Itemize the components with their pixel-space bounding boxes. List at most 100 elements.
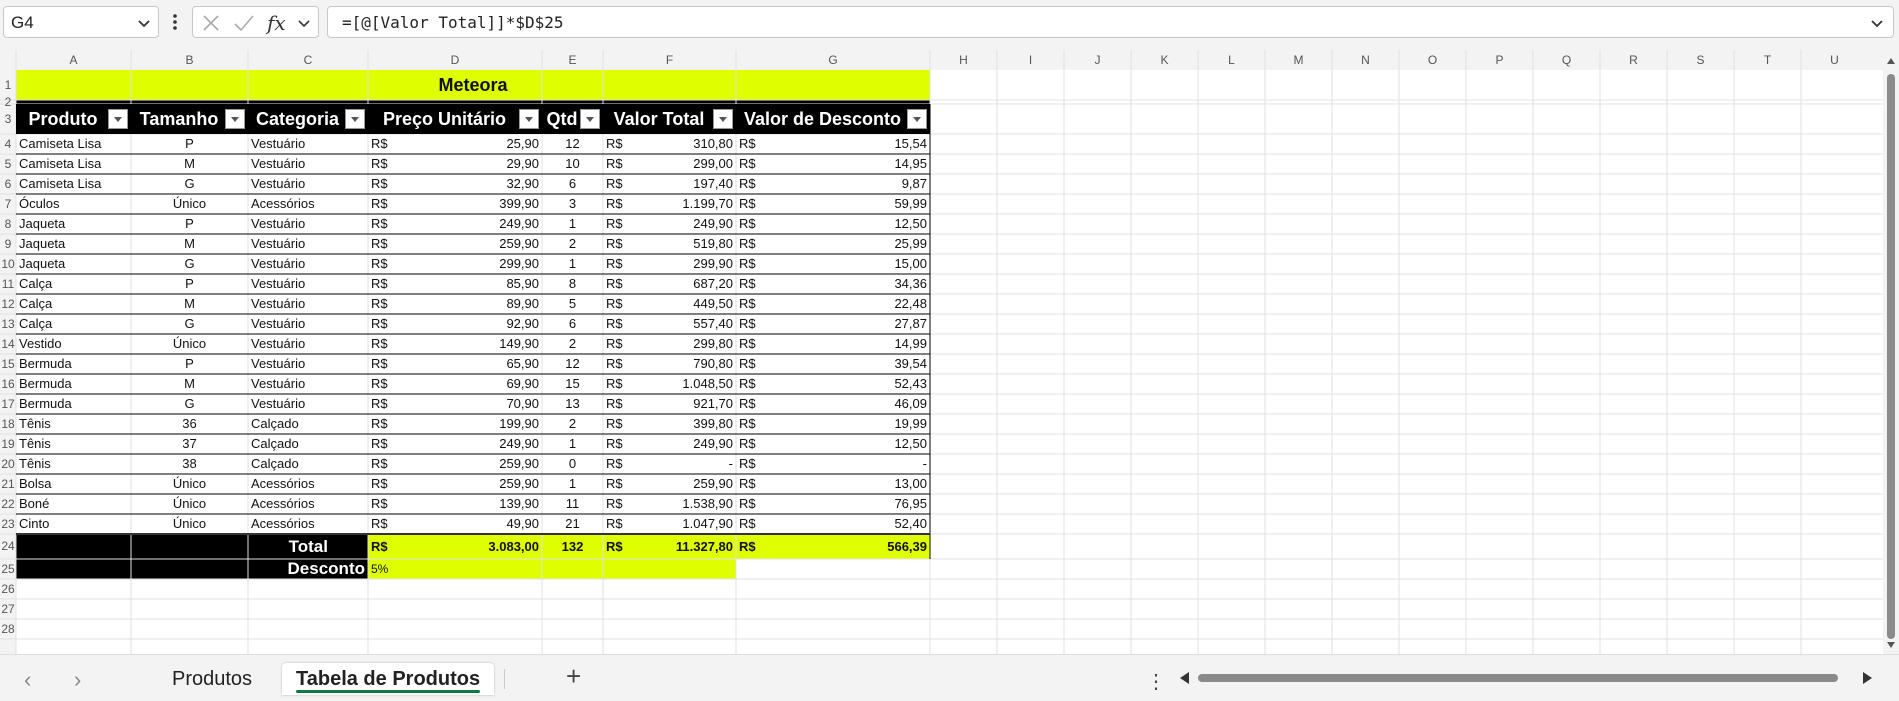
row-header: 10 — [1, 257, 15, 271]
chevron-down-icon[interactable] — [297, 15, 311, 31]
row-header: 17 — [1, 397, 15, 411]
cell-preco-unitario: 259,90 — [499, 476, 539, 491]
formula-bar: G4 fx =[@[Valor Total]]*$D$25 — [0, 0, 1899, 44]
spreadsheet-grid[interactable]: A B C D E F G H I J K L M N O P Q R S T U 1 2 3 4 5 6 7 8 9 10 11 12 13 14… — [0, 50, 1899, 654]
row-header: 25 — [1, 562, 15, 576]
column-header: T — [1763, 53, 1772, 67]
add-sheet-button[interactable]: + — [566, 661, 581, 692]
more-options-icon[interactable] — [170, 10, 180, 34]
filter-dropdown-button[interactable] — [907, 109, 927, 129]
tab-produtos[interactable]: Produtos — [172, 663, 252, 695]
cell-qtd: 2 — [568, 416, 577, 431]
cell-valor-total: 259,90 — [693, 476, 733, 491]
chevron-down-icon[interactable] — [1869, 15, 1885, 31]
cell-categoria: Vestuário — [251, 396, 306, 411]
cell-qtd: 6 — [568, 176, 577, 191]
cell-tamanho: 37 — [182, 436, 197, 451]
cell-produto: Óculos — [19, 196, 60, 211]
cell-categoria: Vestuário — [251, 136, 306, 151]
cell-valor-total: 687,20 — [693, 276, 733, 291]
total-valor: 11.327,80 — [675, 539, 733, 554]
column-header: P — [1495, 53, 1504, 67]
name-box[interactable]: G4 — [3, 6, 159, 38]
filter-dropdown-button[interactable] — [345, 109, 365, 129]
row-header: 16 — [1, 377, 15, 391]
formula-input[interactable]: =[@[Valor Total]]*$D$25 — [327, 6, 1894, 38]
cell-categoria: Acessórios — [251, 496, 315, 511]
cell-valor-desconto: 22,48 — [894, 296, 927, 311]
vertical-scrollbar[interactable] — [1883, 50, 1899, 654]
scroll-up-icon[interactable] — [1887, 58, 1895, 64]
scroll-thumb[interactable] — [1887, 74, 1895, 639]
cell-tamanho: G — [184, 176, 195, 191]
column-header: B — [185, 53, 194, 67]
cell-valor-total: 197,40 — [693, 176, 733, 191]
cell-produto: Tênis — [19, 416, 51, 431]
column-header: L — [1228, 53, 1235, 67]
cell-qtd: 12 — [565, 356, 580, 371]
sheet-title: Meteora — [438, 75, 508, 95]
cell-valor-total: 921,70 — [693, 396, 733, 411]
svg-text:fx: fx — [265, 11, 286, 35]
cell-valor-total: 790,80 — [693, 356, 733, 371]
cell-valor-desconto: 13,00 — [894, 476, 927, 491]
chevron-left-icon[interactable]: ‹ — [24, 667, 31, 693]
cell-tamanho: P — [185, 356, 194, 371]
column-header: G — [828, 53, 838, 67]
cell-preco-unitario: 89,90 — [506, 296, 539, 311]
horizontal-scrollbar[interactable] — [1180, 671, 1872, 685]
chevron-down-icon[interactable] — [136, 15, 152, 31]
active-tab-underline — [296, 690, 481, 693]
more-options-icon[interactable]: ⋮ — [1146, 669, 1166, 694]
row-header: 20 — [1, 457, 15, 471]
cell-produto: Tênis — [19, 456, 51, 471]
scroll-down-icon[interactable] — [1887, 642, 1895, 648]
scroll-left-icon[interactable] — [1180, 672, 1189, 684]
formula-text: =[@[Valor Total]]*$D$25 — [342, 13, 564, 32]
cell-qtd: 11 — [565, 496, 580, 511]
cell-categoria: Calçado — [251, 416, 299, 431]
cell-categoria: Vestuário — [251, 376, 306, 391]
column-header: K — [1160, 53, 1169, 67]
total-qtd: 132 — [561, 539, 584, 554]
cell-produto: Bolsa — [19, 476, 52, 491]
cell-tamanho: P — [185, 276, 194, 291]
column-header: S — [1696, 53, 1705, 67]
table-header-cell: Valor de Desconto — [736, 104, 930, 134]
filter-dropdown-button[interactable] — [108, 109, 128, 129]
cell-valor-total: 249,90 — [693, 436, 733, 451]
row-header: 22 — [1, 497, 15, 511]
cell-preco-unitario: 65,90 — [506, 356, 539, 371]
cell-produto: Camiseta Lisa — [19, 136, 102, 151]
cell-tamanho: Único — [172, 476, 207, 491]
chevron-right-icon[interactable]: › — [74, 667, 81, 693]
cell-produto: Boné — [19, 496, 50, 511]
name-box-value: G4 — [11, 13, 34, 32]
column-header: F — [665, 53, 674, 67]
filter-dropdown-button[interactable] — [225, 109, 245, 129]
cell-categoria: Vestuário — [251, 276, 306, 291]
cell-valor-desconto: 34,36 — [894, 276, 927, 291]
row-header: 14 — [1, 337, 15, 351]
column-header: M — [1293, 53, 1304, 67]
tab-tabela-de-produtos[interactable]: Tabela de Produtos — [282, 663, 495, 695]
filter-dropdown-button[interactable] — [580, 109, 600, 129]
cell-produto: Jaqueta — [19, 216, 66, 231]
cell-valor-desconto: 39,54 — [894, 356, 927, 371]
cell-valor-desconto: 25,99 — [894, 236, 927, 251]
cell-produto: Bermuda — [19, 396, 72, 411]
filter-dropdown-button[interactable] — [713, 109, 733, 129]
cell-categoria: Vestuário — [251, 336, 306, 351]
row-header: 4 — [4, 137, 12, 151]
cell-valor-desconto: 19,99 — [894, 416, 927, 431]
cell-produto: Cinto — [19, 516, 50, 531]
scroll-thumb[interactable] — [1198, 674, 1838, 682]
insert-function-icon[interactable]: fx — [265, 10, 293, 36]
confirm-icon[interactable] — [233, 13, 255, 33]
cell-qtd: 1 — [568, 436, 577, 451]
filter-dropdown-button[interactable] — [519, 109, 539, 129]
cancel-icon[interactable] — [201, 13, 221, 33]
row-header: 9 — [4, 237, 12, 251]
scroll-right-icon[interactable] — [1863, 672, 1872, 684]
cell-tamanho: M — [184, 236, 195, 251]
